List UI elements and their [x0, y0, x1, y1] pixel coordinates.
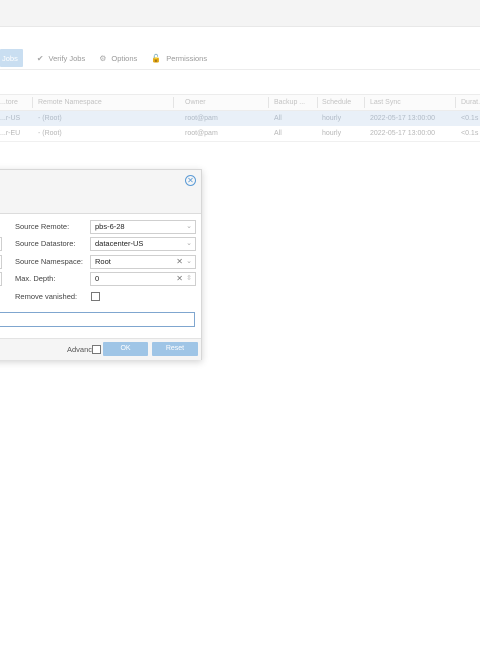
source-datastore-select[interactable]: datacenter-US ⌄ — [90, 237, 196, 251]
cell-duration: <0.1s — [461, 130, 479, 137]
cell-backup-group: All — [274, 130, 282, 137]
source-namespace-value: Root — [95, 257, 111, 266]
table-row[interactable]: ...r-US - (Root) root@pam All hourly 202… — [0, 111, 480, 126]
top-bar — [0, 0, 480, 27]
edit-sync-job-dialog: ✕ Source Remote: pbs-6-28 ⌄ Source Datas… — [0, 169, 202, 360]
source-namespace-label: Source Namespace: — [15, 257, 83, 266]
chevron-down-icon[interactable]: ⌄ — [186, 221, 192, 233]
cell-last-sync: 2022-05-17 13:00:00 — [370, 115, 435, 122]
left-column-field[interactable] — [0, 255, 2, 269]
dialog-footer: Advanced OK Reset — [0, 338, 201, 360]
source-remote-row: Source Remote: pbs-6-28 ⌄ — [0, 220, 201, 234]
check-circle-icon: ✔ — [36, 53, 44, 63]
remove-vanished-row: Remove vanished: — [0, 290, 201, 304]
tab-verify-jobs[interactable]: ✔ Verify Jobs — [37, 49, 85, 67]
column-separator — [268, 97, 269, 108]
tab-divider — [0, 69, 480, 70]
sync-jobs-grid: ...tore Remote Namespace Owner Backup ..… — [0, 94, 480, 142]
tab-permissions[interactable]: 🔓 Permissions — [151, 49, 207, 67]
remove-vanished-label: Remove vanished: — [15, 292, 78, 301]
column-header-duration[interactable]: Durat... — [461, 95, 480, 110]
column-header-last-sync[interactable]: Last Sync — [370, 95, 450, 110]
tab-label: Options — [111, 53, 138, 63]
chevron-down-icon[interactable]: ⌄ — [186, 238, 192, 250]
ok-button[interactable]: OK — [103, 342, 148, 356]
tab-label: Permissions — [166, 53, 208, 63]
close-icon[interactable]: ✕ — [185, 175, 196, 186]
tab-label: Jobs — [2, 53, 18, 63]
source-remote-select[interactable]: pbs-6-28 ⌄ — [90, 220, 196, 234]
cell-datastore: ...r-EU — [0, 130, 21, 137]
max-depth-label: Max. Depth: — [15, 274, 56, 283]
advanced-checkbox[interactable] — [92, 345, 101, 354]
cell-schedule: hourly — [322, 115, 342, 122]
cell-owner: root@pam — [185, 115, 218, 122]
source-datastore-row: Source Datastore: datacenter-US ⌄ — [0, 237, 201, 251]
chevron-down-icon[interactable]: ⌄ — [186, 256, 192, 268]
dialog-header: ✕ — [0, 170, 201, 214]
remove-vanished-checkbox[interactable] — [91, 292, 100, 301]
table-row[interactable]: ...r-EU - (Root) root@pam All hourly 202… — [0, 126, 480, 142]
column-separator — [32, 97, 33, 108]
tab-label: Verify Jobs — [48, 53, 86, 63]
source-remote-value: pbs-6-28 — [95, 222, 125, 231]
clear-icon[interactable]: ✕ — [176, 256, 183, 268]
reset-button[interactable]: Reset — [152, 342, 198, 356]
gear-icon: ⚙ — [99, 53, 107, 63]
comment-input[interactable] — [0, 312, 195, 327]
column-separator — [455, 97, 456, 108]
grid-header: ...tore Remote Namespace Owner Backup ..… — [0, 94, 480, 111]
cell-datastore: ...r-US — [0, 115, 21, 122]
source-datastore-value: datacenter-US — [95, 239, 144, 248]
cell-backup-group: All — [274, 115, 282, 122]
left-column-field[interactable] — [0, 237, 2, 251]
cell-last-sync: 2022-05-17 13:00:00 — [370, 130, 435, 137]
source-namespace-row: Source Namespace: Root ✕ ⌄ — [0, 255, 201, 269]
source-remote-label: Source Remote: — [15, 222, 70, 231]
unlock-icon: 🔓 — [151, 53, 162, 63]
column-header-remote-namespace[interactable]: Remote Namespace — [38, 95, 168, 110]
left-column-field[interactable] — [0, 272, 2, 286]
column-header-owner[interactable]: Owner — [185, 95, 265, 110]
column-header-datastore[interactable]: ...tore — [0, 95, 30, 110]
column-header-schedule[interactable]: Schedule — [322, 95, 362, 110]
source-namespace-select[interactable]: Root ✕ ⌄ — [90, 255, 196, 269]
cell-schedule: hourly — [322, 130, 342, 137]
spinner-arrows-icon[interactable]: ⇳ — [186, 273, 192, 285]
max-depth-spinner[interactable]: 0 ✕ ⇳ — [90, 272, 196, 286]
source-datastore-label: Source Datastore: — [15, 239, 76, 248]
clear-icon[interactable]: ✕ — [176, 273, 183, 285]
cell-owner: root@pam — [185, 130, 218, 137]
cell-duration: <0.1s — [461, 115, 479, 122]
cell-namespace: - (Root) — [38, 115, 62, 122]
tab-sync-jobs[interactable]: Jobs — [0, 49, 23, 67]
tab-options[interactable]: ⚙ Options — [99, 49, 137, 67]
max-depth-value: 0 — [95, 274, 100, 283]
column-separator — [317, 97, 318, 108]
column-separator — [364, 97, 365, 108]
max-depth-row: Max. Depth: 0 ✕ ⇳ — [0, 272, 201, 286]
tab-bar: Jobs ✔ Verify Jobs ⚙ Options 🔓 Permissio… — [0, 48, 480, 68]
column-separator — [173, 97, 174, 108]
cell-namespace: - (Root) — [38, 130, 62, 137]
column-header-backup-group[interactable]: Backup ... — [274, 95, 314, 110]
